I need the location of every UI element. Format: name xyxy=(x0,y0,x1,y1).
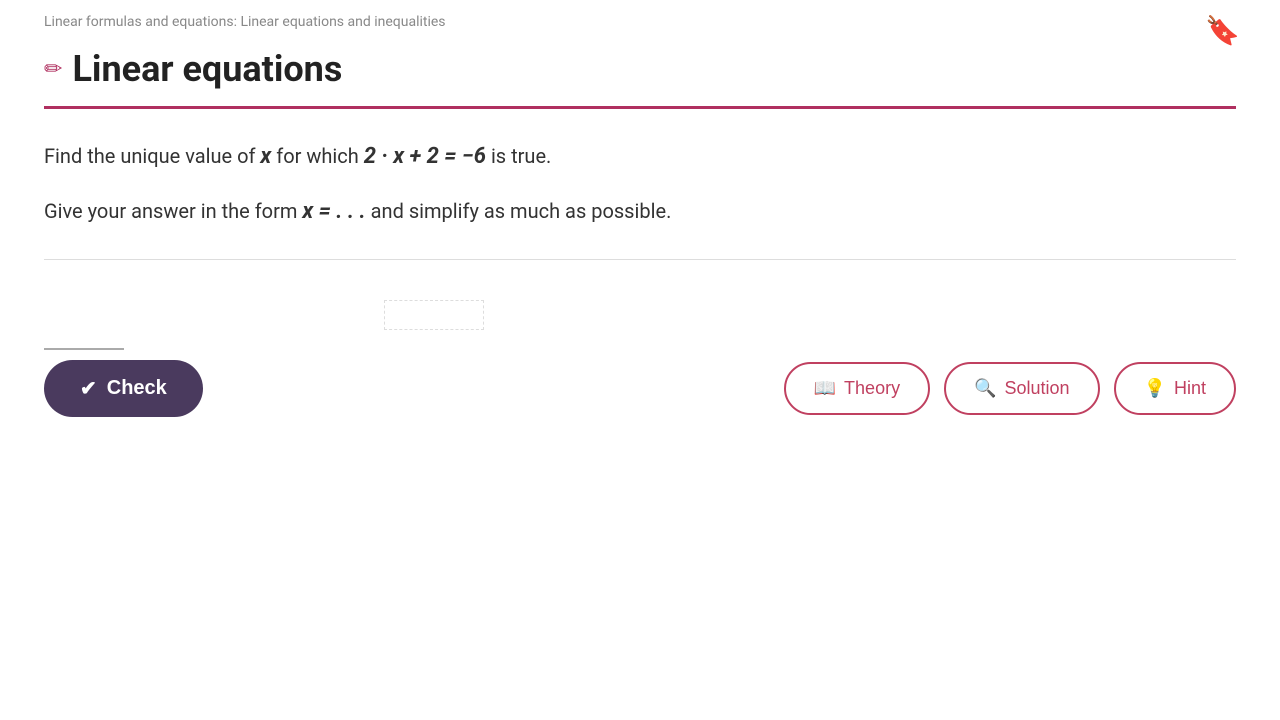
problem-line2-post: and simplify as much as possible. xyxy=(366,199,672,223)
answer-input[interactable] xyxy=(44,319,124,350)
hint-label: Hint xyxy=(1174,378,1206,399)
problem-x-var: x xyxy=(260,144,271,169)
breadcrumb-text: Linear formulas and equations: Linear eq… xyxy=(44,14,446,30)
theory-label: Theory xyxy=(844,378,900,399)
hint-icon: 💡 xyxy=(1144,378,1166,399)
problem-text-pre: Find the unique value of xyxy=(44,144,260,168)
solution-label: Solution xyxy=(1005,378,1070,399)
check-button[interactable]: ✔ Check xyxy=(44,360,203,417)
actions-row: ✔ Check 📖 Theory 🔍 Solution 💡 Hint xyxy=(44,360,1236,417)
problem-text-mid: for which xyxy=(271,144,363,168)
problem-equation: 2 · x + 2 = −6 xyxy=(364,144,486,169)
check-icon: ✔ xyxy=(80,376,97,401)
check-button-label: Check xyxy=(107,377,167,400)
problem-form-eq: x = . . . xyxy=(302,199,365,224)
breadcrumb: Linear formulas and equations: Linear eq… xyxy=(0,0,1280,40)
pencil-icon: ✏ xyxy=(44,57,62,82)
problem-line-1: Find the unique value of x for which 2 ·… xyxy=(44,139,1236,174)
page-title-area: ✏ Linear equations xyxy=(0,40,1280,106)
page-title: Linear equations xyxy=(72,48,342,90)
theory-icon: 📖 xyxy=(814,378,836,399)
problem-divider xyxy=(44,259,1236,260)
problem-area: Find the unique value of x for which 2 ·… xyxy=(0,139,1280,417)
hint-button[interactable]: 💡 Hint xyxy=(1114,362,1236,415)
problem-line2-pre: Give your answer in the form xyxy=(44,199,302,223)
bookmark-icon[interactable]: 🔖 xyxy=(1205,14,1240,47)
right-buttons: 📖 Theory 🔍 Solution 💡 Hint xyxy=(784,362,1236,415)
solution-button[interactable]: 🔍 Solution xyxy=(944,362,1099,415)
answer-hint-box xyxy=(384,300,484,330)
answer-input-area xyxy=(44,290,1236,350)
problem-line-2: Give your answer in the form x = . . . a… xyxy=(44,194,1236,229)
solution-icon: 🔍 xyxy=(974,378,996,399)
title-divider xyxy=(44,106,1236,109)
problem-text-post: is true. xyxy=(486,144,551,168)
theory-button[interactable]: 📖 Theory xyxy=(784,362,930,415)
